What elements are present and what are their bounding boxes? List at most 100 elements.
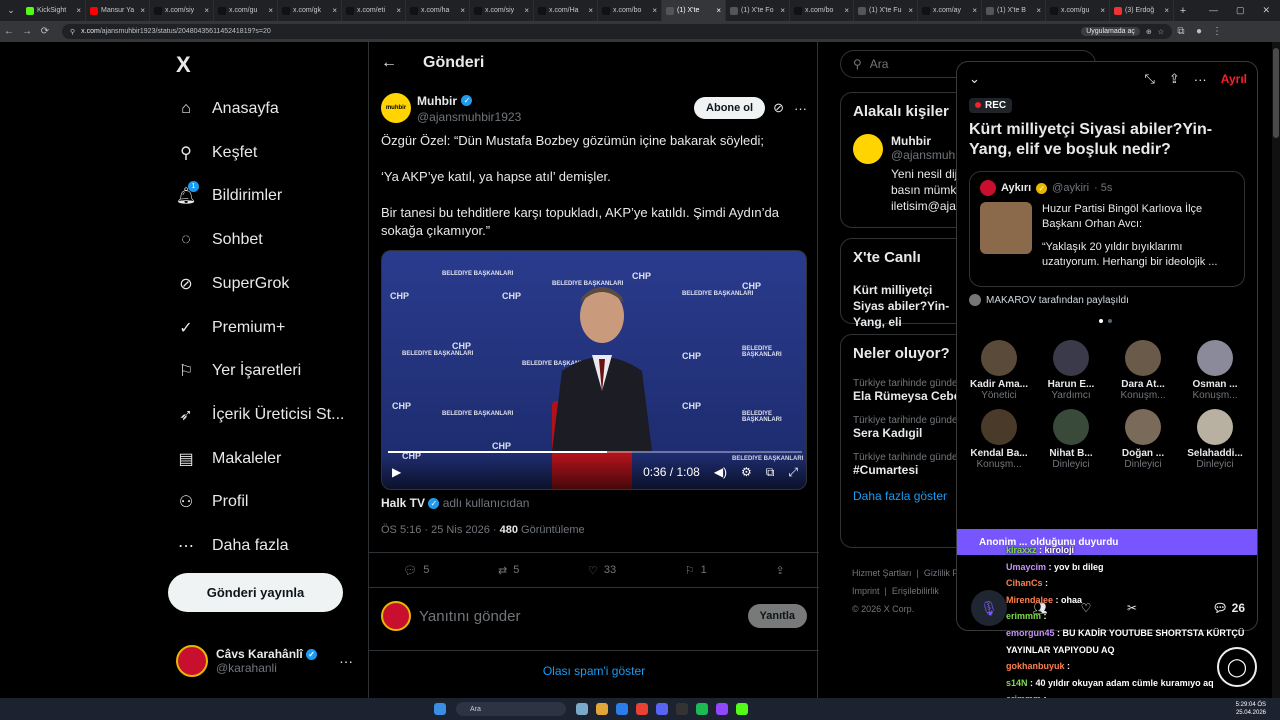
more-icon[interactable]: ···: [1194, 72, 1207, 87]
minimize-icon[interactable]: ⤡: [1144, 71, 1154, 87]
forward-icon[interactable]: →: [18, 26, 36, 37]
extensions-icon[interactable]: ⧉: [1172, 26, 1190, 37]
participant[interactable]: Dara At... Konuşm...: [1107, 340, 1179, 401]
participant[interactable]: Nihat B... Dinleyici: [1035, 409, 1107, 470]
tab-close-icon[interactable]: ×: [524, 6, 529, 15]
volume-icon[interactable]: ◀): [714, 465, 727, 479]
settings-icon[interactable]: ⚙: [741, 465, 752, 479]
participant[interactable]: Osman ... Konuşm...: [1179, 340, 1251, 401]
footer-link[interactable]: Hizmet Şartları: [852, 568, 912, 578]
minimize-window-icon[interactable]: —: [1209, 5, 1218, 16]
browser-tab[interactable]: x.com/siy ×: [470, 0, 534, 21]
share-action[interactable]: ⇪: [775, 564, 784, 577]
sidebar-item-person[interactable]: ⚇ Profil: [176, 487, 249, 517]
widgets-icon[interactable]: [576, 703, 588, 715]
tab-close-icon[interactable]: ×: [1036, 6, 1041, 15]
video-progress[interactable]: [388, 451, 802, 453]
video-player[interactable]: CHP BELEDİYE BAŞKANLARI CHP BELEDİYE BAŞKAN…: [381, 250, 807, 490]
kick-icon[interactable]: [736, 703, 748, 715]
participant[interactable]: Doğan ... Dinleyici: [1107, 409, 1179, 470]
sidebar-item-more-circle[interactable]: ⋯ Daha fazla: [176, 531, 289, 561]
tab-close-icon[interactable]: ×: [652, 6, 657, 15]
tweet-datetime[interactable]: ÖS 5:16 · 25 Nis 2026 ·: [381, 524, 500, 536]
chat-username[interactable]: CihanCs: [1006, 578, 1043, 588]
carousel-dot[interactable]: [1099, 319, 1103, 323]
browser-tab[interactable]: x.com/eti ×: [342, 0, 406, 21]
tab-close-icon[interactable]: ×: [1100, 6, 1105, 15]
browser-tab[interactable]: (1) X'te Fo ×: [726, 0, 790, 21]
sidebar-item-home[interactable]: ⌂ Anasayfa: [176, 94, 279, 124]
start-icon[interactable]: [434, 703, 446, 715]
chat-username[interactable]: emorgun45: [1006, 628, 1055, 638]
tab-close-icon[interactable]: ×: [1164, 6, 1169, 15]
obs-icon[interactable]: [716, 703, 728, 715]
participant[interactable]: Selahaddi... Dinleyici: [1179, 409, 1251, 470]
mic-icon[interactable]: 🎙︎: [971, 590, 1007, 626]
spotify-icon[interactable]: [696, 703, 708, 715]
tab-close-icon[interactable]: ×: [76, 6, 81, 15]
browser-tab[interactable]: x.com/ay ×: [918, 0, 982, 21]
tab-close-icon[interactable]: ×: [780, 6, 785, 15]
open-in-app-button[interactable]: Uygulamada aç: [1081, 27, 1140, 36]
more-icon[interactable]: ···: [794, 101, 807, 116]
reply-input[interactable]: Yanıtını gönder: [419, 608, 520, 625]
author-avatar[interactable]: muhbir: [381, 93, 411, 123]
tab-close-icon[interactable]: ×: [844, 6, 849, 15]
scroll-thumb[interactable]: [1273, 48, 1279, 138]
sidebar-item-rocket[interactable]: ➶ İçerik Üreticisi St...: [176, 400, 344, 430]
sidebar-item-search[interactable]: ⚲ Keşfet: [176, 138, 257, 168]
taskbar-search[interactable]: Ara: [456, 702, 566, 716]
tab-close-icon[interactable]: ×: [396, 6, 401, 15]
star-icon[interactable]: ☆: [1158, 28, 1164, 36]
back-icon[interactable]: ←: [0, 26, 18, 37]
chat-username[interactable]: Umaycim: [1006, 562, 1046, 572]
tab-close-icon[interactable]: ×: [588, 6, 593, 15]
browser-tab[interactable]: Mansur Ya ×: [86, 0, 150, 21]
sidebar-item-bookmark[interactable]: ⚐ Yer İşaretleri: [176, 356, 301, 386]
back-arrow-icon[interactable]: ←: [381, 54, 397, 72]
collapse-icon[interactable]: ⌄: [969, 71, 980, 87]
profile-icon[interactable]: ●: [1190, 26, 1208, 37]
new-tab-icon[interactable]: +: [1174, 5, 1192, 17]
footer-link[interactable]: Erişilebilirlik: [892, 586, 939, 596]
tab-close-icon[interactable]: ×: [268, 6, 273, 15]
sidebar-item-article[interactable]: ▤ Makaleler: [176, 444, 281, 474]
post-button[interactable]: Gönderi yayınla: [168, 573, 343, 612]
like-action[interactable]: ♡ 33: [588, 564, 616, 577]
browser-tab[interactable]: x.com/gk ×: [278, 0, 342, 21]
browser-tab[interactable]: (3) Erdoğ ×: [1110, 0, 1174, 21]
messages-fab[interactable]: ◯: [1217, 647, 1257, 687]
browser-tab[interactable]: x.com/bo ×: [790, 0, 854, 21]
reply-action[interactable]: 💬︎ 5: [403, 564, 429, 577]
chat-username[interactable]: s14N: [1006, 678, 1028, 688]
chat-username[interactable]: kiraxxz: [1006, 545, 1037, 555]
browser-tab[interactable]: x.com/gu ×: [1046, 0, 1110, 21]
follow-button[interactable]: Abone ol: [694, 97, 766, 119]
reply-button[interactable]: Yanıtla: [747, 604, 807, 628]
tab-close-icon[interactable]: ×: [460, 6, 465, 15]
reload-icon[interactable]: ⟳: [36, 26, 54, 37]
zoom-icon[interactable]: ⊕: [1146, 28, 1152, 36]
url-field[interactable]: ⚲ x.com/ajansmuhbir1923/status/204804356…: [62, 24, 1172, 39]
tab-close-icon[interactable]: ×: [332, 6, 337, 15]
footer-link[interactable]: Gizlilik P: [924, 568, 959, 578]
browser-tab[interactable]: x.com/gu ×: [214, 0, 278, 21]
edge-icon[interactable]: [616, 703, 628, 715]
pinned-post[interactable]: Aykırı ✓ @aykiri · 5s Huzur Partisi Bing…: [969, 171, 1245, 287]
tab-close-icon[interactable]: ×: [716, 6, 721, 15]
account-switcher[interactable]: Câvs Karahânlî ✓ @karahanli ···: [176, 645, 353, 677]
participant[interactable]: Kendal Ba... Konuşm...: [963, 409, 1035, 470]
more-icon[interactable]: ···: [339, 653, 353, 669]
chat-username[interactable]: Mirendalee: [1006, 595, 1053, 605]
chat-username[interactable]: gokhanbuyuk: [1006, 661, 1065, 671]
chat-username[interactable]: erimmm: [1006, 611, 1041, 621]
site-info-icon[interactable]: ⚲: [70, 28, 75, 36]
browser-tab[interactable]: x.com/siy ×: [150, 0, 214, 21]
carousel-dot[interactable]: [1108, 319, 1112, 323]
bookmark-action[interactable]: ⚐ 1: [685, 564, 707, 577]
tab-search-icon[interactable]: ⌄: [0, 5, 22, 16]
page-scrollbar[interactable]: [1272, 42, 1280, 698]
pip-icon[interactable]: ⧉: [766, 465, 775, 480]
source-name[interactable]: Halk TV: [381, 496, 425, 510]
share-icon[interactable]: ⇪: [1169, 71, 1180, 87]
